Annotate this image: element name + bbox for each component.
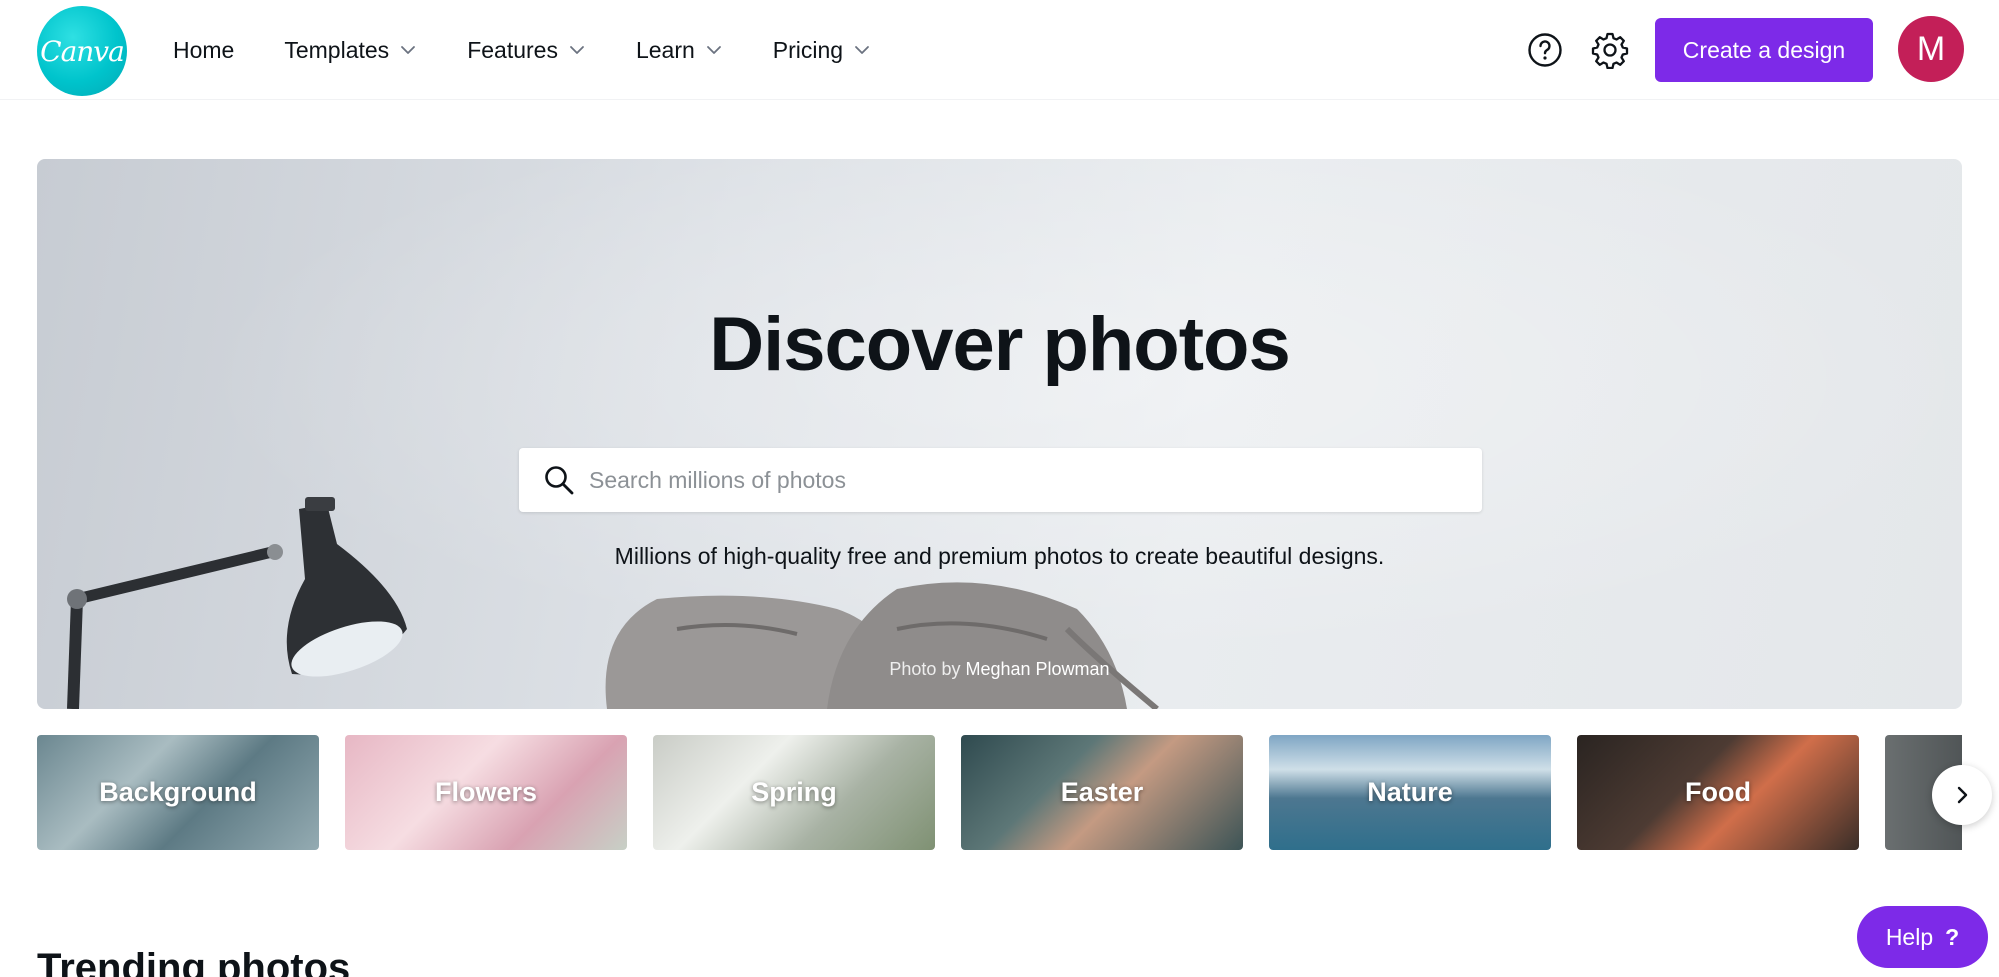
hero-banner: Discover photos Millions of high-quality… — [37, 159, 1962, 709]
help-question-icon: ? — [1945, 923, 1960, 950]
trending-photos-title: Trending photos — [37, 946, 351, 977]
nav-home[interactable]: Home — [173, 30, 234, 70]
hero-photo-decor — [67, 497, 1159, 709]
help-button[interactable]: Help ? — [1857, 906, 1988, 968]
nav-templates-label: Templates — [284, 36, 390, 63]
main-nav: Home Templates Features Learn Pricing — [173, 30, 921, 70]
search-input[interactable] — [589, 466, 1449, 494]
question-circle-icon[interactable] — [1527, 32, 1563, 68]
category-label: Nature — [1367, 777, 1453, 807]
category-easter[interactable]: Easter — [961, 735, 1243, 850]
credit-prefix: Photo by — [889, 659, 961, 679]
photo-search-box[interactable] — [519, 448, 1482, 512]
chevron-right-icon — [1957, 786, 1968, 804]
category-label: Food — [1685, 777, 1751, 807]
nav-pricing[interactable]: Pricing — [773, 30, 871, 70]
category-label: Easter — [1060, 777, 1144, 807]
help-label: Help — [1885, 923, 1934, 950]
category-food[interactable]: Food — [1577, 735, 1859, 850]
nav-templates[interactable]: Templates — [284, 30, 417, 70]
category-nature[interactable]: Nature — [1269, 735, 1551, 850]
create-design-button[interactable]: Create a design — [1655, 18, 1873, 82]
nav-features-label: Features — [467, 36, 558, 63]
category-flowers[interactable]: Flowers — [345, 735, 627, 850]
photo-credit: Photo by Meghan Plowman — [37, 659, 1962, 680]
hero-subtitle: Millions of high-quality free and premiu… — [614, 543, 1385, 569]
canva-logo[interactable]: Canva — [37, 6, 127, 96]
category-label: Spring — [751, 777, 837, 807]
hero-title: Discover photos — [709, 302, 1290, 387]
nav-pricing-label: Pricing — [772, 36, 844, 63]
chevron-down-icon — [401, 46, 416, 54]
chevron-down-icon — [570, 46, 584, 54]
nav-learn-label: Learn — [635, 36, 695, 63]
category-background[interactable]: Background — [37, 735, 319, 850]
carousel-next-button[interactable] — [1932, 765, 1992, 825]
user-avatar[interactable]: M — [1898, 16, 1964, 82]
gear-icon[interactable] — [1591, 31, 1629, 69]
category-label: Background — [99, 777, 257, 807]
logo-text: Canva — [40, 34, 125, 68]
top-header: Canva Home Templates Features Learn Pric… — [0, 0, 1999, 100]
chevron-down-icon — [706, 46, 721, 54]
chevron-down-icon — [855, 46, 869, 54]
search-icon — [545, 466, 574, 495]
category-label: Flowers — [434, 777, 538, 807]
nav-home-label: Home — [173, 36, 235, 63]
nav-learn[interactable]: Learn — [636, 30, 723, 70]
avatar-initial: M — [1916, 29, 1946, 68]
credit-author-link[interactable]: Meghan Plowman — [965, 659, 1109, 679]
category-carousel: Background Flowers Spring Easter Nature … — [37, 735, 1962, 851]
category-spring[interactable]: Spring — [653, 735, 935, 850]
page: Canva Home Templates Features Learn Pric… — [0, 0, 1999, 977]
nav-features[interactable]: Features — [467, 30, 586, 70]
